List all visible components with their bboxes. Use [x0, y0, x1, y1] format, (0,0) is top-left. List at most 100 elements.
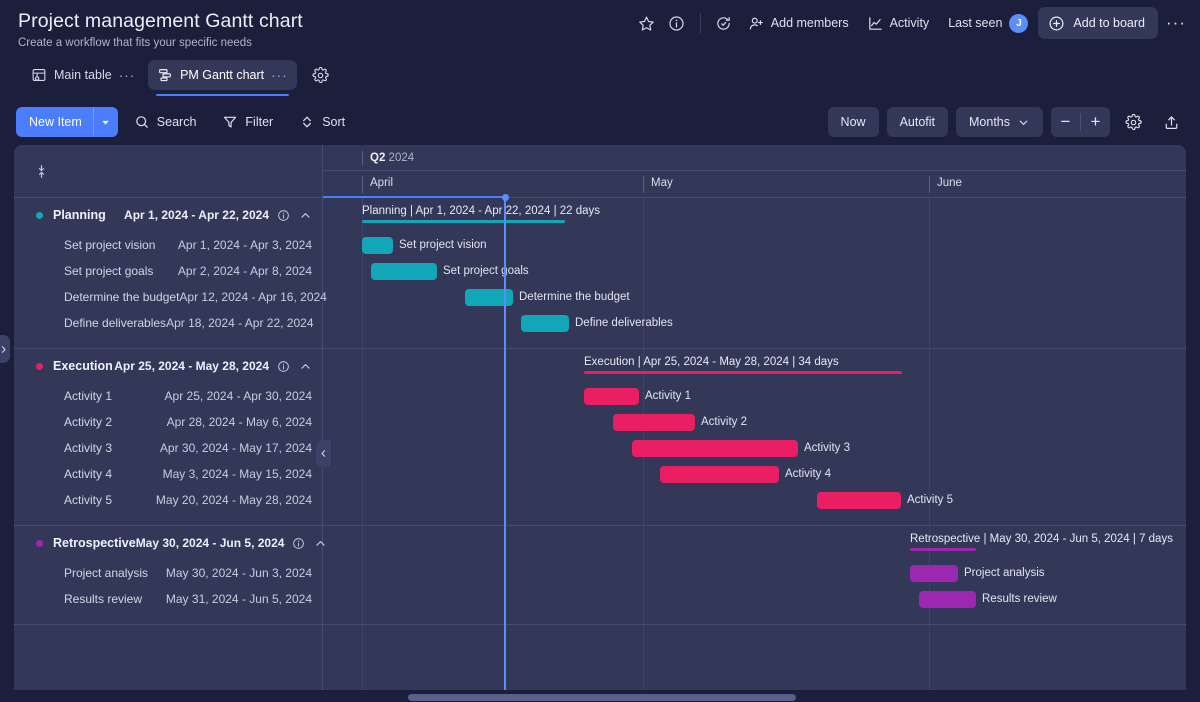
task-row[interactable]: Activity 3Apr 30, 2024 - May 17, 2024 [14, 435, 322, 461]
sort-label: Sort [322, 115, 345, 129]
task-bar[interactable] [613, 414, 695, 431]
expand-collapse-all-icon[interactable] [34, 163, 49, 180]
task-date-range: Apr 12, 2024 - Apr 16, 2024 [179, 290, 326, 304]
horizontal-scrollbar[interactable] [408, 694, 796, 701]
filter-icon [222, 114, 238, 130]
timeline-group-divider [323, 348, 1186, 349]
task-date-range: Apr 1, 2024 - Apr 3, 2024 [178, 238, 312, 252]
group-summary-label: Planning | Apr 1, 2024 - Apr 22, 2024 | … [362, 204, 600, 218]
task-bar[interactable] [521, 315, 569, 332]
zoom-controls: − + [1051, 107, 1110, 137]
activity-refresh-icon[interactable] [709, 8, 739, 38]
zoom-unit-select[interactable]: Months [956, 107, 1043, 137]
task-name: Determine the budget [64, 290, 179, 304]
group-header-planning[interactable]: Planning Apr 1, 2024 - Apr 22, 2024 [14, 198, 322, 232]
task-bar-label: Activity 2 [701, 414, 747, 431]
info-circle-icon[interactable] [292, 537, 305, 550]
task-row[interactable]: Set project visionApr 1, 2024 - Apr 3, 2… [14, 232, 322, 258]
task-row[interactable]: Define deliverablesApr 18, 2024 - Apr 22… [14, 310, 322, 336]
task-name: Results review [64, 592, 142, 606]
board-tabs: Main table ··· PM Gantt chart ··· [0, 56, 1200, 94]
task-row[interactable]: Determine the budgetApr 12, 2024 - Apr 1… [14, 284, 322, 310]
info-circle-icon[interactable] [277, 360, 290, 373]
task-name: Project analysis [64, 566, 148, 580]
tab-main-table[interactable]: Main table ··· [22, 60, 144, 90]
title-block: Project management Gantt chart Create a … [18, 9, 303, 50]
info-circle-icon[interactable] [662, 8, 692, 38]
task-date-range: Apr 28, 2024 - May 6, 2024 [167, 415, 312, 429]
group-collapse-chevron-up-icon[interactable] [299, 360, 312, 373]
gantt-toolbar: New Item Search Filter Sort Now Autofit … [0, 100, 1200, 144]
task-list-panel: Planning Apr 1, 2024 - Apr 22, 2024 Set pr… [14, 145, 323, 690]
task-row[interactable]: Activity 5 May 20, 2024 - May 28, 2024 [14, 487, 322, 513]
add-to-board-label: Add to board [1073, 16, 1145, 30]
group-summary-bar[interactable] [910, 548, 976, 551]
add-to-board-button[interactable]: Add to board [1038, 7, 1158, 39]
today-marker-dot [502, 194, 509, 201]
top-header-bar: Project management Gantt chart Create a … [0, 0, 1200, 56]
task-bar[interactable] [919, 591, 976, 608]
avatar[interactable]: J [1009, 14, 1028, 33]
task-date-range: Apr 18, 2024 - Apr 22, 2024 [166, 316, 313, 330]
task-name: Activity 4 [64, 467, 112, 481]
filter-button[interactable]: Filter [212, 107, 283, 137]
month-label-june: June [929, 176, 962, 193]
group-color-dot [36, 212, 43, 219]
task-row[interactable]: Activity 1Apr 25, 2024 - Apr 30, 2024 [14, 383, 322, 409]
task-row[interactable]: Set project goalsApr 2, 2024 - Apr 8, 20… [14, 258, 322, 284]
quarter-year: 2024 [389, 152, 415, 164]
tab-pm-gantt-chart[interactable]: PM Gantt chart ··· [148, 60, 296, 90]
more-options-icon[interactable]: ··· [1162, 9, 1190, 37]
group-header-retrospective[interactable]: RetrospectiveMay 30, 2024 - Jun 5, 2024 [14, 526, 322, 560]
chevron-down-icon[interactable] [94, 107, 118, 137]
group-collapse-chevron-up-icon[interactable] [299, 209, 312, 222]
task-list-body: Planning Apr 1, 2024 - Apr 22, 2024 Set pr… [14, 198, 322, 625]
info-circle-icon[interactable] [277, 209, 290, 222]
last-seen-group[interactable]: Last seen J [938, 14, 1034, 33]
group-summary-bar[interactable] [584, 371, 902, 374]
task-row[interactable]: Activity 4May 3, 2024 - May 15, 2024 [14, 461, 322, 487]
group-name: Retrospective [53, 536, 136, 550]
task-bar[interactable] [660, 466, 779, 483]
group-summary-label: Retrospective | May 30, 2024 - Jun 5, 20… [910, 532, 1173, 546]
task-row[interactable]: Results review May 31, 2024 - Jun 5, 2024 [14, 586, 322, 612]
timeline-gridline [362, 198, 363, 690]
group-header-execution[interactable]: ExecutionApr 25, 2024 - May 28, 2024 [14, 349, 322, 383]
left-sidebar-expand-handle[interactable] [0, 335, 10, 363]
task-date-range: May 20, 2024 - May 28, 2024 [156, 493, 312, 507]
zoom-out-button[interactable]: − [1051, 107, 1080, 137]
autofit-button[interactable]: Autofit [887, 107, 948, 137]
task-bar[interactable] [817, 492, 901, 509]
task-bar[interactable] [362, 237, 393, 254]
collapse-panel-handle[interactable] [316, 440, 331, 467]
now-button[interactable]: Now [828, 107, 879, 137]
add-members-button[interactable]: Add members [739, 8, 858, 38]
task-name: Activity 5 [64, 493, 112, 507]
group-spacer [14, 336, 322, 348]
zoom-in-button[interactable]: + [1081, 107, 1110, 137]
task-name: Activity 3 [64, 441, 112, 455]
sort-button[interactable]: Sort [289, 107, 355, 137]
task-row[interactable]: Project analysisMay 30, 2024 - Jun 3, 20… [14, 560, 322, 586]
activity-button[interactable]: Activity [858, 8, 939, 38]
task-date-range: May 31, 2024 - Jun 5, 2024 [166, 592, 312, 606]
group-summary-bar[interactable] [362, 220, 565, 223]
tabs-settings-gear-icon[interactable] [307, 61, 335, 89]
gantt-settings-gear-icon[interactable] [1118, 107, 1148, 137]
new-item-button[interactable]: New Item [16, 107, 118, 137]
tab-pm-gantt-chart-more-icon[interactable]: ··· [271, 67, 287, 83]
last-seen-label: Last seen [948, 16, 1002, 30]
export-icon[interactable] [1156, 107, 1186, 137]
group-date-range: Apr 1, 2024 - Apr 22, 2024 [124, 208, 269, 222]
group-name: Planning [53, 208, 106, 222]
search-button[interactable]: Search [124, 107, 207, 137]
timeline-group-divider [323, 525, 1186, 526]
star-icon[interactable] [632, 8, 662, 38]
task-bar[interactable] [910, 565, 958, 582]
tab-main-table-more-icon[interactable]: ··· [119, 67, 135, 83]
group-summary-label: Execution | Apr 25, 2024 - May 28, 2024 … [584, 355, 839, 369]
task-row[interactable]: Activity 2Apr 28, 2024 - May 6, 2024 [14, 409, 322, 435]
task-bar[interactable] [632, 440, 798, 457]
task-bar[interactable] [371, 263, 437, 280]
task-bar[interactable] [584, 388, 639, 405]
